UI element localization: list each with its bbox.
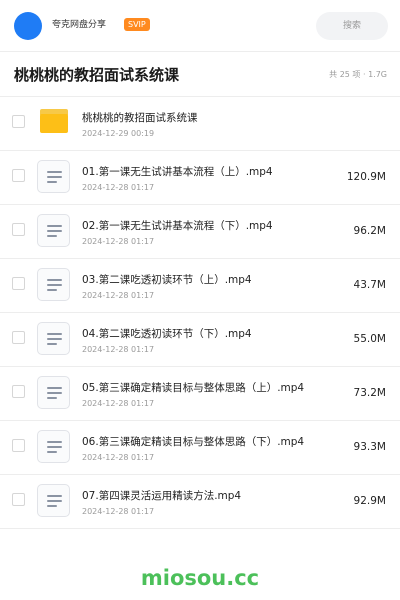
list-item[interactable]: 01.第一课无生试讲基本流程（上）.mp4 2024-12-28 01:17 1… bbox=[0, 151, 400, 205]
file-name: 05.第三课确定精读目标与整体思路（上）.mp4 bbox=[82, 382, 305, 394]
select-checkbox[interactable] bbox=[12, 169, 25, 182]
file-size: 96.2M bbox=[353, 225, 386, 237]
list-item[interactable]: 05.第三课确定精读目标与整体思路（上）.mp4 2024-12-28 01:1… bbox=[0, 367, 400, 421]
video-file-icon bbox=[37, 430, 70, 463]
file-date: 2024-12-28 01:17 bbox=[82, 507, 155, 516]
select-checkbox[interactable] bbox=[12, 385, 25, 398]
file-name: 03.第二课吃透初读环节（上）.mp4 bbox=[82, 274, 252, 286]
file-list: 桃桃桃的教招面试系统课 2024-12-29 00:19 01.第一课无生试讲基… bbox=[0, 97, 400, 529]
username[interactable]: 夸克网盘分享 bbox=[52, 19, 106, 31]
file-size: 73.2M bbox=[353, 387, 386, 399]
video-file-icon bbox=[37, 376, 70, 409]
file-size: 55.0M bbox=[353, 333, 386, 345]
file-name: 桃桃桃的教招面试系统课 bbox=[82, 112, 198, 124]
select-checkbox[interactable] bbox=[12, 115, 25, 128]
file-name: 01.第一课无生试讲基本流程（上）.mp4 bbox=[82, 166, 273, 178]
top-bar: 夸克网盘分享 SVIP 搜索 bbox=[0, 0, 400, 52]
watermark: miosou.cc bbox=[140, 566, 260, 590]
video-file-icon bbox=[37, 484, 70, 517]
file-date: 2024-12-28 01:17 bbox=[82, 345, 155, 354]
avatar[interactable] bbox=[14, 12, 42, 40]
page-title: 桃桃桃的教招面试系统课 bbox=[14, 66, 180, 84]
file-date: 2024-12-28 01:17 bbox=[82, 291, 155, 300]
list-item[interactable]: 06.第三课确定精读目标与整体思路（下）.mp4 2024-12-28 01:1… bbox=[0, 421, 400, 475]
folder-summary: 共 25 项 · 1.7G bbox=[329, 70, 387, 79]
file-size: 92.9M bbox=[353, 495, 386, 507]
file-size: 93.3M bbox=[353, 441, 386, 453]
file-date: 2024-12-28 01:17 bbox=[82, 399, 155, 408]
select-checkbox[interactable] bbox=[12, 277, 25, 290]
file-date: 2024-12-28 01:17 bbox=[82, 237, 155, 246]
svip-badge: SVIP bbox=[124, 18, 150, 31]
list-item[interactable]: 桃桃桃的教招面试系统课 2024-12-29 00:19 bbox=[0, 97, 400, 151]
select-checkbox[interactable] bbox=[12, 439, 25, 452]
select-checkbox[interactable] bbox=[12, 331, 25, 344]
file-date: 2024-12-28 01:17 bbox=[82, 453, 155, 462]
video-file-icon bbox=[37, 160, 70, 193]
file-date: 2024-12-28 01:17 bbox=[82, 183, 155, 192]
file-size: 120.9M bbox=[346, 171, 386, 183]
file-name: 02.第一课无生试讲基本流程（下）.mp4 bbox=[82, 220, 273, 232]
file-name: 04.第二课吃透初读环节（下）.mp4 bbox=[82, 328, 252, 340]
file-name: 07.第四课灵活运用精读方法.mp4 bbox=[82, 490, 242, 502]
video-file-icon bbox=[37, 322, 70, 355]
list-item[interactable]: 04.第二课吃透初读环节（下）.mp4 2024-12-28 01:17 55.… bbox=[0, 313, 400, 367]
folder-icon bbox=[40, 109, 68, 133]
video-file-icon bbox=[37, 214, 70, 247]
video-file-icon bbox=[37, 268, 70, 301]
list-item[interactable]: 07.第四课灵活运用精读方法.mp4 2024-12-28 01:17 92.9… bbox=[0, 475, 400, 529]
search-button[interactable]: 搜索 bbox=[316, 12, 388, 40]
select-checkbox[interactable] bbox=[12, 493, 25, 506]
list-item[interactable]: 02.第一课无生试讲基本流程（下）.mp4 2024-12-28 01:17 9… bbox=[0, 205, 400, 259]
list-item[interactable]: 03.第二课吃透初读环节（上）.mp4 2024-12-28 01:17 43.… bbox=[0, 259, 400, 313]
folder-header: 桃桃桃的教招面试系统课 共 25 项 · 1.7G bbox=[0, 52, 400, 97]
file-size: 43.7M bbox=[353, 279, 386, 291]
file-date: 2024-12-29 00:19 bbox=[82, 129, 155, 138]
file-name: 06.第三课确定精读目标与整体思路（下）.mp4 bbox=[82, 436, 305, 448]
select-checkbox[interactable] bbox=[12, 223, 25, 236]
